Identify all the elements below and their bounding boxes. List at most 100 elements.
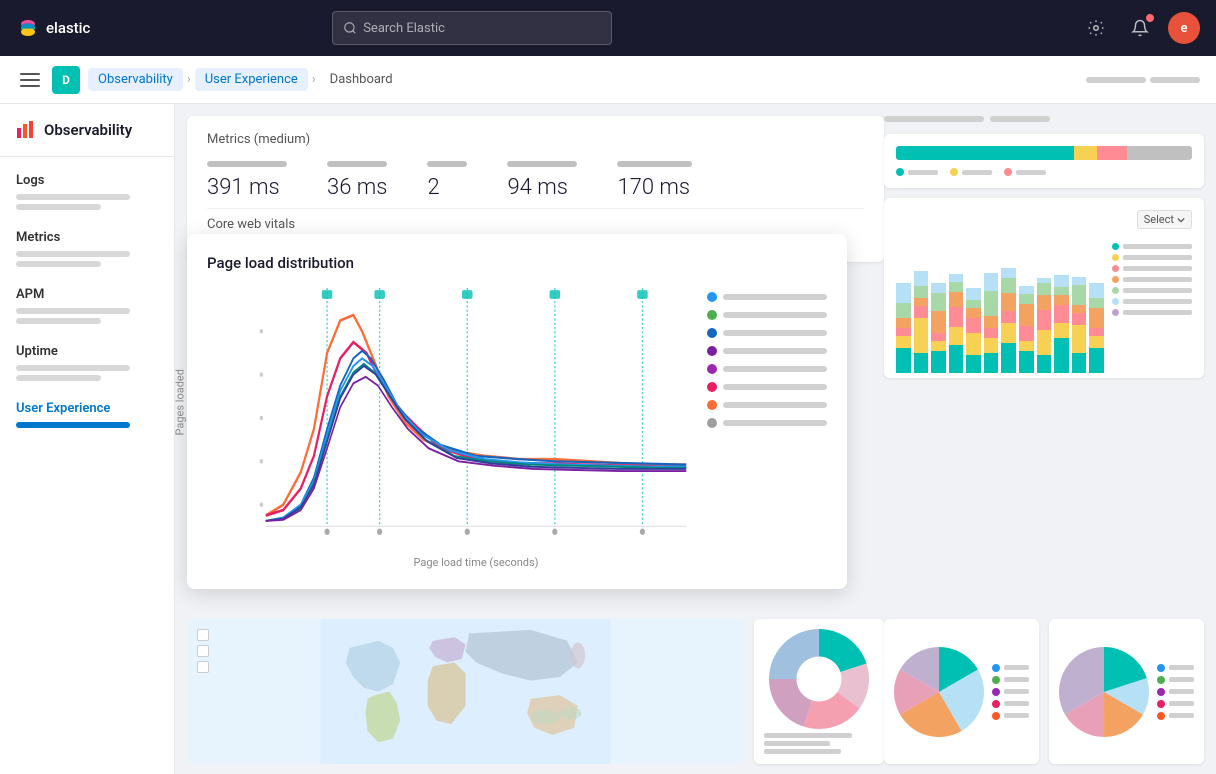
y-axis-label: Pages loaded	[175, 369, 187, 435]
stacked-legend-1	[896, 168, 938, 176]
stacked-dot-1	[896, 168, 904, 176]
bar-legend-7	[1112, 309, 1192, 316]
dashboard: Metrics (medium) 391 ms 36 ms 2	[175, 104, 1216, 774]
bar-7	[1001, 268, 1016, 373]
bar-legend-dot-3	[1112, 265, 1119, 272]
sidebar-logs-sub2	[16, 204, 101, 210]
bar-legend-6	[1112, 298, 1192, 305]
sidebar-uptime-label: Uptime	[16, 344, 158, 359]
legend-dot-8	[707, 418, 717, 428]
pie2-dot-5	[992, 712, 1000, 720]
user-avatar[interactable]: e	[1168, 12, 1200, 44]
pie3-bar-1	[1169, 665, 1194, 670]
legend-dot-4	[707, 346, 717, 356]
metric-bar-5	[617, 161, 692, 167]
breadcrumb-user-experience[interactable]: User Experience	[195, 68, 308, 91]
bar-seg	[949, 282, 964, 292]
breadcrumb-sep-1: ›	[187, 72, 191, 87]
bar-seg	[914, 286, 929, 298]
bar-seg	[984, 291, 999, 316]
bar-legend-label-5	[1123, 288, 1192, 293]
dashboard-avatar: D	[52, 66, 80, 94]
bar-seg	[1019, 341, 1034, 351]
bar-legend-label-2	[1123, 255, 1192, 260]
stacked-seg-2	[1074, 146, 1098, 160]
bar-seg	[966, 300, 981, 308]
bar-legend-dot-6	[1112, 298, 1119, 305]
bar-chart-dropdown[interactable]: Select	[1137, 210, 1192, 229]
pie2-bar-4	[1004, 701, 1029, 706]
sidebar-metrics-sub2	[16, 261, 101, 267]
bar-legend-dot-5	[1112, 287, 1119, 294]
pie-chart-2-panel	[884, 619, 1039, 764]
chart-legend	[707, 288, 827, 569]
top-navigation: elastic Search Elastic e	[0, 0, 1216, 56]
stacked-seg-4	[1127, 146, 1192, 160]
search-bar[interactable]: Search Elastic	[332, 11, 612, 45]
sidebar-item-metrics[interactable]: Metrics	[0, 222, 174, 279]
bar-seg	[1072, 353, 1087, 373]
chart-wrapper: Pages loaded	[207, 288, 695, 569]
search-placeholder: Search Elastic	[363, 21, 445, 36]
bar-seg	[1001, 343, 1016, 373]
bar-seg	[966, 288, 981, 300]
page-load-panel: Page load distribution Pages loaded	[187, 234, 847, 589]
bar-seg	[1019, 294, 1034, 304]
bar-seg	[1054, 305, 1069, 323]
pie-2-legend	[992, 664, 1029, 720]
bar-seg	[1019, 304, 1034, 326]
bar-seg	[931, 311, 946, 333]
metric-value-3: 2	[427, 175, 467, 200]
content-area: Metrics (medium) 391 ms 36 ms 2	[175, 104, 1216, 774]
elastic-logo[interactable]: elastic	[16, 16, 90, 40]
breadcrumb-right-actions	[1086, 77, 1200, 83]
metric-2: 36 ms	[327, 161, 387, 200]
bar-seg	[1037, 295, 1052, 310]
bar-seg	[1072, 305, 1087, 313]
legend-item-5	[707, 364, 827, 374]
breadcrumb-action-2	[1150, 77, 1200, 83]
metrics-values-row: 391 ms 36 ms 2 94 ms	[207, 161, 864, 200]
bar-seg	[1089, 348, 1104, 373]
map-legend-item-3	[197, 661, 209, 673]
settings-button[interactable]	[1080, 12, 1112, 44]
menu-toggle[interactable]	[16, 66, 44, 94]
sidebar-item-apm[interactable]: APM	[0, 279, 174, 336]
metric-bar-2	[327, 161, 387, 167]
bar-legend-2	[1112, 254, 1192, 261]
pie-1-leg-3	[764, 749, 841, 754]
bar-seg	[1054, 295, 1069, 305]
legend-dot-1	[707, 292, 717, 302]
breadcrumb-dashboard[interactable]: Dashboard	[320, 68, 403, 91]
sidebar-logs-label: Logs	[16, 173, 158, 188]
bar-seg	[931, 333, 946, 341]
bar-seg	[1001, 278, 1016, 293]
pie2-dot-2	[992, 676, 1000, 684]
metric-bar-4	[507, 161, 577, 167]
sidebar-item-uptime[interactable]: Uptime	[0, 336, 174, 393]
bar-seg	[1001, 268, 1016, 278]
pie-1-legend	[764, 733, 874, 754]
sidebar-item-logs[interactable]: Logs	[0, 165, 174, 222]
breadcrumb-observability[interactable]: Observability	[88, 68, 183, 91]
legend-dot-5	[707, 364, 717, 374]
bar-8	[1019, 286, 1034, 373]
legend-dot-6	[707, 382, 717, 392]
stacked-legend	[896, 168, 1192, 176]
pie3-bar-4	[1169, 701, 1194, 706]
sidebar-item-user-experience[interactable]: User Experience	[0, 393, 174, 440]
bar-seg	[1019, 351, 1034, 373]
chart-area	[257, 288, 695, 548]
elastic-logo-text: elastic	[46, 19, 90, 37]
bar-seg	[1001, 311, 1016, 323]
pie-chart-3-panel	[1049, 619, 1204, 764]
bar-seg	[914, 306, 929, 318]
page-load-chart	[257, 288, 695, 548]
bar-seg	[896, 303, 911, 318]
legend-bar-5	[723, 366, 827, 372]
legend-item-8	[707, 418, 827, 428]
pie3-dot-3	[1157, 688, 1165, 696]
alerts-button[interactable]	[1124, 12, 1156, 44]
bar-seg	[966, 308, 981, 318]
main-layout: Observability Logs Metrics APM Uptime Us…	[0, 104, 1216, 774]
